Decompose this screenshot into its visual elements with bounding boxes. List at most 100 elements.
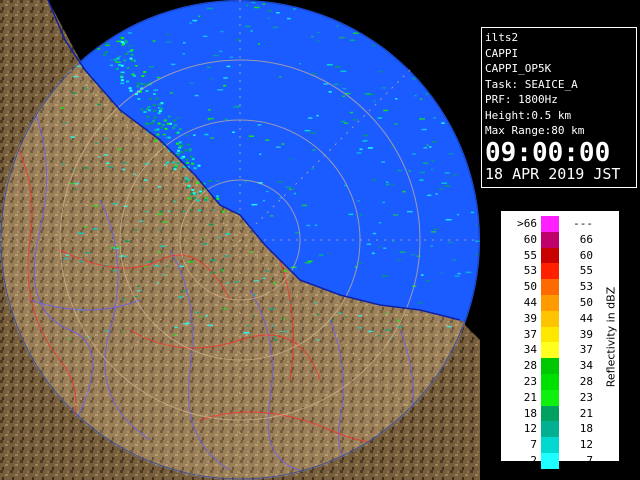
echo-speck xyxy=(276,146,281,148)
legend-color-swatch xyxy=(541,326,559,343)
echo-speck xyxy=(427,194,432,197)
echo-streak xyxy=(152,119,156,122)
echo-speck xyxy=(85,252,90,254)
echo-speck xyxy=(339,36,345,39)
echo-speck xyxy=(63,257,69,260)
echo-streak xyxy=(196,199,200,202)
echo-speck xyxy=(60,107,65,109)
echo-streak xyxy=(188,148,192,151)
echo-speck xyxy=(164,164,167,166)
echo-speck xyxy=(61,163,65,165)
echo-streak xyxy=(120,41,124,43)
echo-speck xyxy=(344,316,347,318)
echo-speck xyxy=(452,259,456,261)
echo-streak xyxy=(152,93,156,95)
echo-streak xyxy=(158,103,162,106)
echo-speck xyxy=(269,308,275,310)
echo-streak xyxy=(125,53,129,55)
echo-streak xyxy=(171,161,175,164)
legend-row: 21 23 xyxy=(501,389,601,406)
echo-speck xyxy=(397,169,402,172)
prf-label: PRF: 1800Hz xyxy=(485,93,558,106)
echo-speck xyxy=(371,252,375,255)
echo-streak xyxy=(146,115,150,118)
echo-speck xyxy=(399,251,406,253)
echo-streak xyxy=(120,79,124,82)
echo-speck xyxy=(209,78,213,80)
echo-speck xyxy=(470,211,474,214)
echo-speck xyxy=(342,87,347,90)
echo-speck xyxy=(169,92,173,94)
echo-speck xyxy=(97,103,101,106)
echo-speck xyxy=(447,176,450,178)
echo-speck xyxy=(341,120,346,123)
echo-speck xyxy=(209,223,214,226)
echo-streak xyxy=(190,193,194,196)
observation-time: 09:00:00 xyxy=(485,137,611,168)
legend-title: Reflectivity in dBZ xyxy=(604,286,618,388)
echo-speck xyxy=(157,251,161,254)
echo-streak xyxy=(140,82,144,85)
echo-streak xyxy=(177,149,181,152)
echo-speck xyxy=(397,319,400,322)
echo-speck xyxy=(334,83,338,86)
echo-streak xyxy=(130,49,134,52)
legend-upper-bound: 50 xyxy=(579,295,593,309)
echo-speck xyxy=(386,312,389,315)
legend-color-swatch xyxy=(541,373,559,390)
echo-speck xyxy=(122,168,126,171)
echo-streak xyxy=(191,162,195,165)
echo-speck xyxy=(316,114,319,117)
legend-upper-bound: 12 xyxy=(579,438,593,452)
echo-speck xyxy=(381,161,386,163)
echo-speck xyxy=(273,339,278,341)
echo-speck xyxy=(315,339,320,341)
echo-streak xyxy=(121,37,125,40)
echo-speck xyxy=(445,219,452,221)
echo-streak xyxy=(180,157,184,160)
echo-speck xyxy=(285,186,292,188)
echo-streak xyxy=(208,180,212,182)
echo-speck xyxy=(237,211,241,214)
echo-speck xyxy=(264,155,267,158)
legend-color-swatch xyxy=(541,452,559,469)
echo-streak xyxy=(178,128,182,131)
echo-speck xyxy=(207,66,211,69)
echo-speck xyxy=(317,31,321,34)
echo-speck xyxy=(312,72,316,75)
echo-speck xyxy=(118,55,121,58)
legend-row: 39 44 xyxy=(501,310,601,327)
echo-streak xyxy=(103,53,107,56)
echo-speck xyxy=(319,254,324,256)
echo-speck xyxy=(362,140,367,142)
reflectivity-legend: >66 --- 60 66 55 60 53 55 50 53 44 50 39 44 37 39 34 37 28… xyxy=(500,210,620,469)
echo-speck xyxy=(156,76,161,79)
echo-speck xyxy=(419,118,425,120)
echo-speck xyxy=(453,174,458,176)
legend-color-swatch xyxy=(541,358,559,374)
legend-row: 27 xyxy=(501,452,601,469)
echo-speck xyxy=(229,56,234,58)
echo-speck xyxy=(83,226,87,228)
echo-speck xyxy=(410,254,416,256)
echo-streak xyxy=(116,57,120,60)
echo-speck xyxy=(244,181,247,183)
echo-streak xyxy=(186,186,190,189)
echo-streak xyxy=(185,158,189,161)
echo-speck xyxy=(204,133,209,136)
echo-speck xyxy=(121,330,124,333)
echo-speck xyxy=(286,17,291,20)
echo-speck xyxy=(367,147,373,149)
height-label: Height:0.5 km xyxy=(485,108,572,122)
legend-upper-bound: 44 xyxy=(579,311,593,325)
echo-streak xyxy=(172,126,176,129)
echo-speck xyxy=(77,232,84,235)
echo-speck xyxy=(199,316,204,318)
echo-speck xyxy=(134,65,138,67)
radar-name: ilts2 xyxy=(485,31,519,44)
echo-streak xyxy=(118,63,122,66)
echo-streak xyxy=(176,142,179,145)
echo-speck xyxy=(335,66,341,68)
echo-streak xyxy=(124,39,128,42)
legend-row: 7 12 xyxy=(501,437,601,453)
